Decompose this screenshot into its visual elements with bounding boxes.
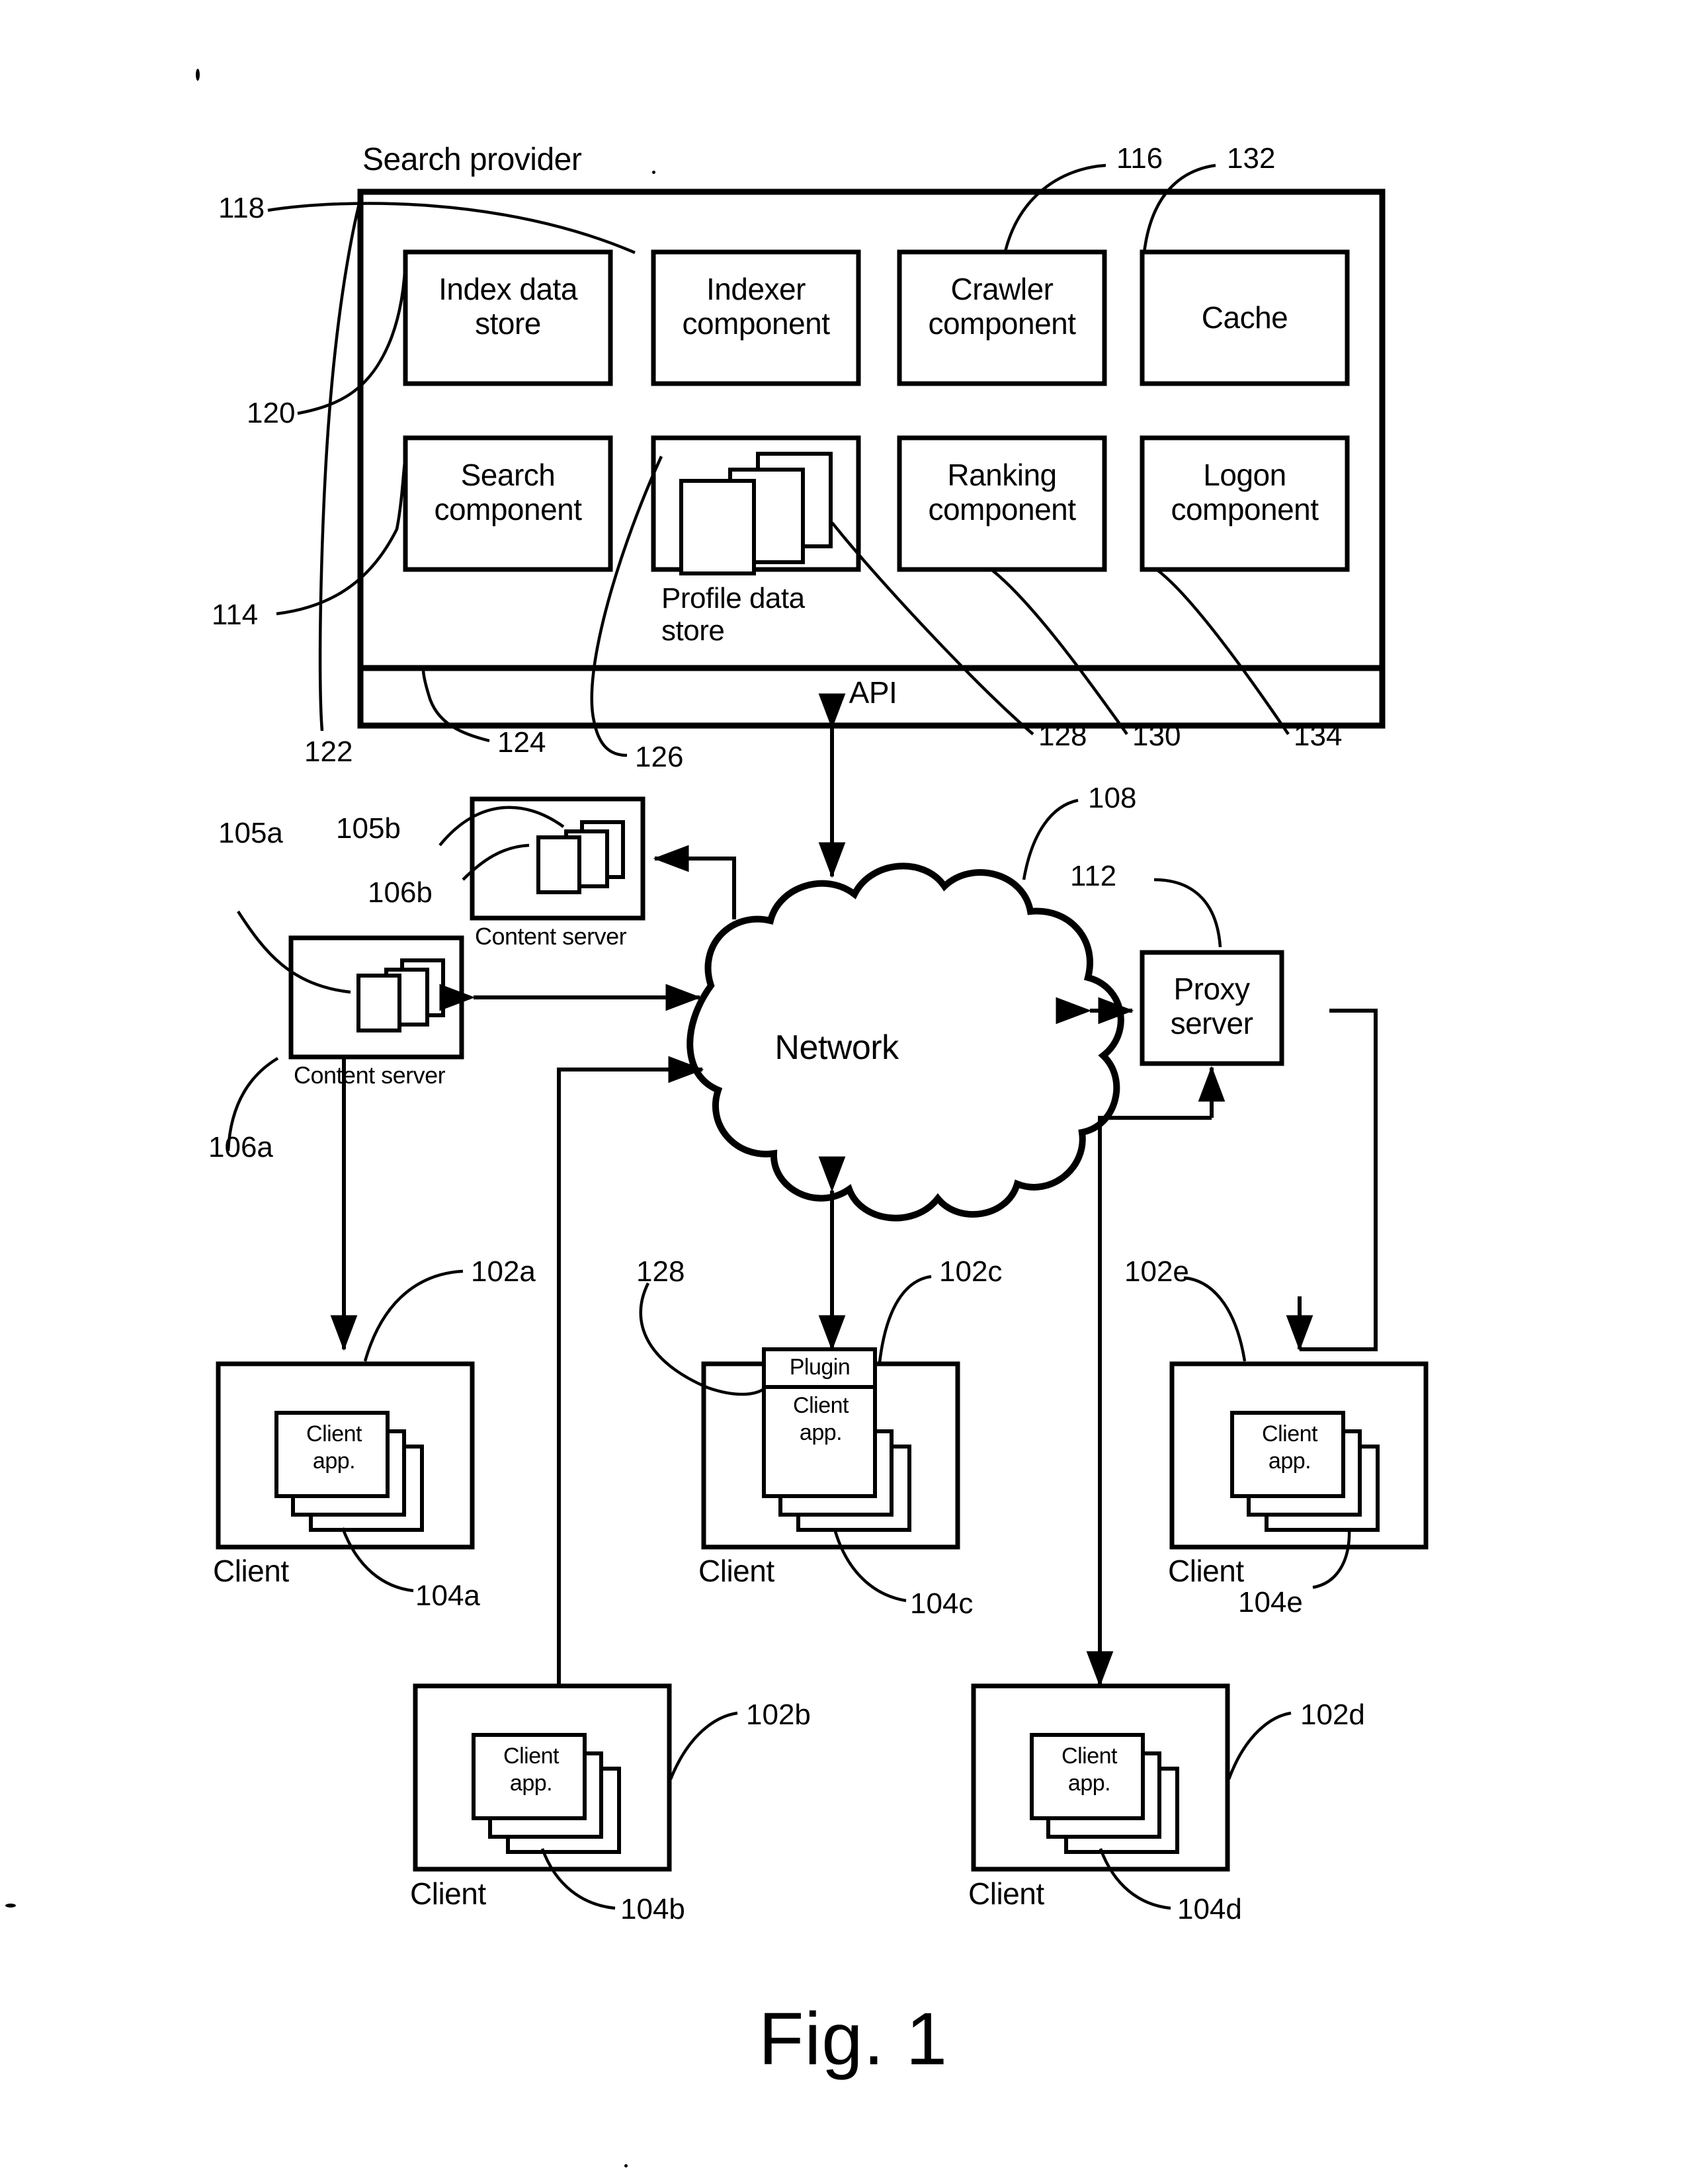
client-b-app-label: Client app. <box>503 1743 559 1796</box>
ref-132: 132 <box>1227 142 1276 175</box>
ref-114: 114 <box>212 599 259 631</box>
ref-112: 112 <box>1070 860 1117 892</box>
client-c-label: Client <box>698 1554 774 1588</box>
leader-118 <box>267 202 636 255</box>
client-d-label: Client <box>968 1876 1044 1911</box>
ref-126: 126 <box>635 741 684 773</box>
ref-106b: 106b <box>368 876 433 909</box>
arrow-client-b-to-network <box>557 1056 704 1685</box>
page-speck-top <box>196 69 200 81</box>
network-label: Network <box>774 1029 899 1067</box>
page-speck-bottom <box>624 2164 628 2167</box>
leader-120 <box>297 251 407 415</box>
ref-122: 122 <box>304 735 353 768</box>
arrow-network-to-content-server-b <box>653 845 736 919</box>
ref-120: 120 <box>247 397 296 429</box>
arrow-client-d-to-proxy-path <box>1098 1116 1212 1685</box>
leader-102b <box>669 1711 738 1780</box>
ref-108: 108 <box>1088 782 1137 814</box>
client-b-label: Client <box>410 1876 486 1911</box>
search-component-label: Search component <box>434 458 582 526</box>
ref-102c: 102c <box>939 1255 1003 1288</box>
leader-134 <box>1156 569 1290 735</box>
leader-122 <box>318 198 362 732</box>
arrow-proxy-to-client-e-path <box>1300 1009 1378 1351</box>
client-d-app-label: Client app. <box>1062 1743 1117 1796</box>
ref-128-profile: 128 <box>1038 720 1087 752</box>
client-a-label: Client <box>213 1554 289 1588</box>
ref-105a: 105a <box>218 817 283 849</box>
ref-134: 134 <box>1294 720 1343 752</box>
crawler-component-label: Crawler component <box>928 272 1076 341</box>
leader-114 <box>276 456 407 616</box>
logon-component-label: Logon component <box>1171 458 1319 526</box>
leader-124 <box>421 669 490 743</box>
leader-130 <box>991 569 1128 735</box>
leader-104b <box>540 1848 616 1910</box>
ref-102b: 102b <box>746 1699 811 1731</box>
ref-130: 130 <box>1132 720 1181 752</box>
leader-104c <box>833 1529 907 1603</box>
ref-118: 118 <box>218 192 265 224</box>
leader-105a <box>237 910 351 994</box>
ref-106a: 106a <box>208 1131 273 1163</box>
cache-label: Cache <box>1201 300 1288 335</box>
client-a-app-label: Client app. <box>306 1421 362 1474</box>
leader-102e <box>1183 1276 1247 1362</box>
leader-104e <box>1312 1527 1351 1589</box>
content-server-b-label: Content server <box>475 923 627 950</box>
ref-104b: 104b <box>620 1893 685 1925</box>
ref-102d: 102d <box>1300 1699 1365 1731</box>
leader-104d <box>1099 1848 1171 1910</box>
ref-104d: 104d <box>1177 1893 1242 1925</box>
leader-112 <box>1153 878 1222 948</box>
leader-102a <box>363 1269 464 1362</box>
client-c-plugin-label: Plugin <box>789 1355 851 1380</box>
leader-116 <box>1003 163 1106 252</box>
client-e-app-label: Client app. <box>1262 1421 1317 1474</box>
ref-102e: 102e <box>1124 1255 1189 1288</box>
content-server-a-documents-icon <box>356 958 445 1032</box>
profile-data-store-label: Profile data store <box>661 582 805 648</box>
content-server-b-documents-icon <box>536 820 625 894</box>
ref-116: 116 <box>1116 142 1163 175</box>
ref-124: 124 <box>497 726 546 759</box>
leader-102c <box>878 1275 932 1363</box>
ranking-component-label: Ranking component <box>928 458 1076 526</box>
client-e-label: Client <box>1168 1554 1244 1588</box>
title-dot-speck <box>652 171 655 174</box>
search-provider-outline <box>357 189 1386 671</box>
indexer-component-label: Indexer component <box>682 272 830 341</box>
ref-102a: 102a <box>471 1255 536 1288</box>
ref-104c: 104c <box>910 1587 974 1620</box>
leader-104a <box>341 1527 414 1593</box>
profile-documents-icon <box>679 452 833 575</box>
leader-102d <box>1227 1711 1292 1780</box>
ref-104a: 104a <box>415 1579 480 1612</box>
leader-132 <box>1142 163 1216 253</box>
search-provider-title: Search provider <box>362 142 582 177</box>
ref-105b: 105b <box>336 812 401 845</box>
client-c-app-label: Client app. <box>793 1393 849 1446</box>
api-label: API <box>849 675 897 710</box>
content-server-a-label: Content server <box>294 1062 446 1089</box>
figure-caption: Fig. 1 <box>758 1997 948 2080</box>
page-speck-left <box>5 1904 16 1908</box>
proxy-server-label: Proxy server <box>1170 972 1253 1040</box>
patent-figure-page: Search provider Index data store Indexer c… <box>0 0 1707 2184</box>
index-data-store-label: Index data store <box>438 272 577 341</box>
ref-128-plugin: 128 <box>636 1255 685 1288</box>
ref-104e: 104e <box>1238 1586 1303 1618</box>
network-cloud <box>687 862 1124 1222</box>
